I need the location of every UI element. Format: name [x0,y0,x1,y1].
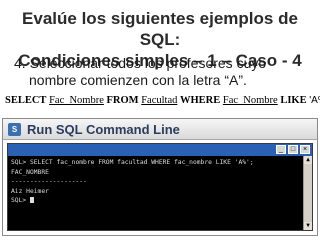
slide-title-line1: Evalúe los siguientes ejemplos de SQL: [22,9,298,49]
sql-example: SELECT Fac_Nombre FROM Facultad WHERE Fa… [5,95,320,106]
scroll-down-icon[interactable]: ▼ [304,222,312,230]
console-output[interactable]: SQL> SELECT fac_nombre FROM facultad WHE… [8,156,312,230]
console-line: FAC_NOMBRE [11,168,49,176]
sql-icon: S [8,122,21,136]
sql-from-keyword: FROM [106,95,139,106]
sql-column2: Fac_Nombre [222,95,278,106]
console-line: -------------------- [11,178,87,185]
sql-like-keyword: LIKE [280,95,307,106]
sql-column: Fac_Nombre [49,95,104,106]
minimize-button[interactable]: _ [276,145,286,154]
bullet-text: 4. Seleccionar todos los profesores cuyo… [14,55,314,89]
sql-where-keyword: WHERE [180,95,221,106]
sql-select-keyword: SELECT [5,95,47,106]
vertical-scrollbar[interactable]: ▲ ▼ [303,156,312,230]
bullet-line1: 4. Seleccionar todos los profesores cuyo [14,55,267,71]
console-line: SQL> SELECT fac_nombre FROM facultad WHE… [11,159,254,166]
console-prompt: SQL> [11,197,30,204]
close-button[interactable]: × [300,145,310,154]
command-window-caption [8,145,22,154]
scroll-up-icon[interactable]: ▲ [304,156,312,164]
text-cursor [29,197,34,203]
sql-pattern: 'A%'; [309,95,320,106]
command-window: _ □ × SQL> SELECT fac_nombre FROM facult… [7,143,313,231]
window-title: Run SQL Command Line [27,121,180,137]
console-line: Aiz Heimer [11,187,49,195]
bullet-line2: nombre comienzen con la letra “A”. [29,72,247,88]
maximize-button[interactable]: □ [288,145,298,154]
sql-table: Facultad [141,95,178,106]
command-window-titlebar[interactable]: _ □ × [8,144,312,156]
run-sql-window: S Run SQL Command Line _ □ × SQL> SELECT… [2,118,318,236]
console-prompt-line: SQL> [11,196,312,206]
window-titlebar[interactable]: S Run SQL Command Line [3,119,317,140]
